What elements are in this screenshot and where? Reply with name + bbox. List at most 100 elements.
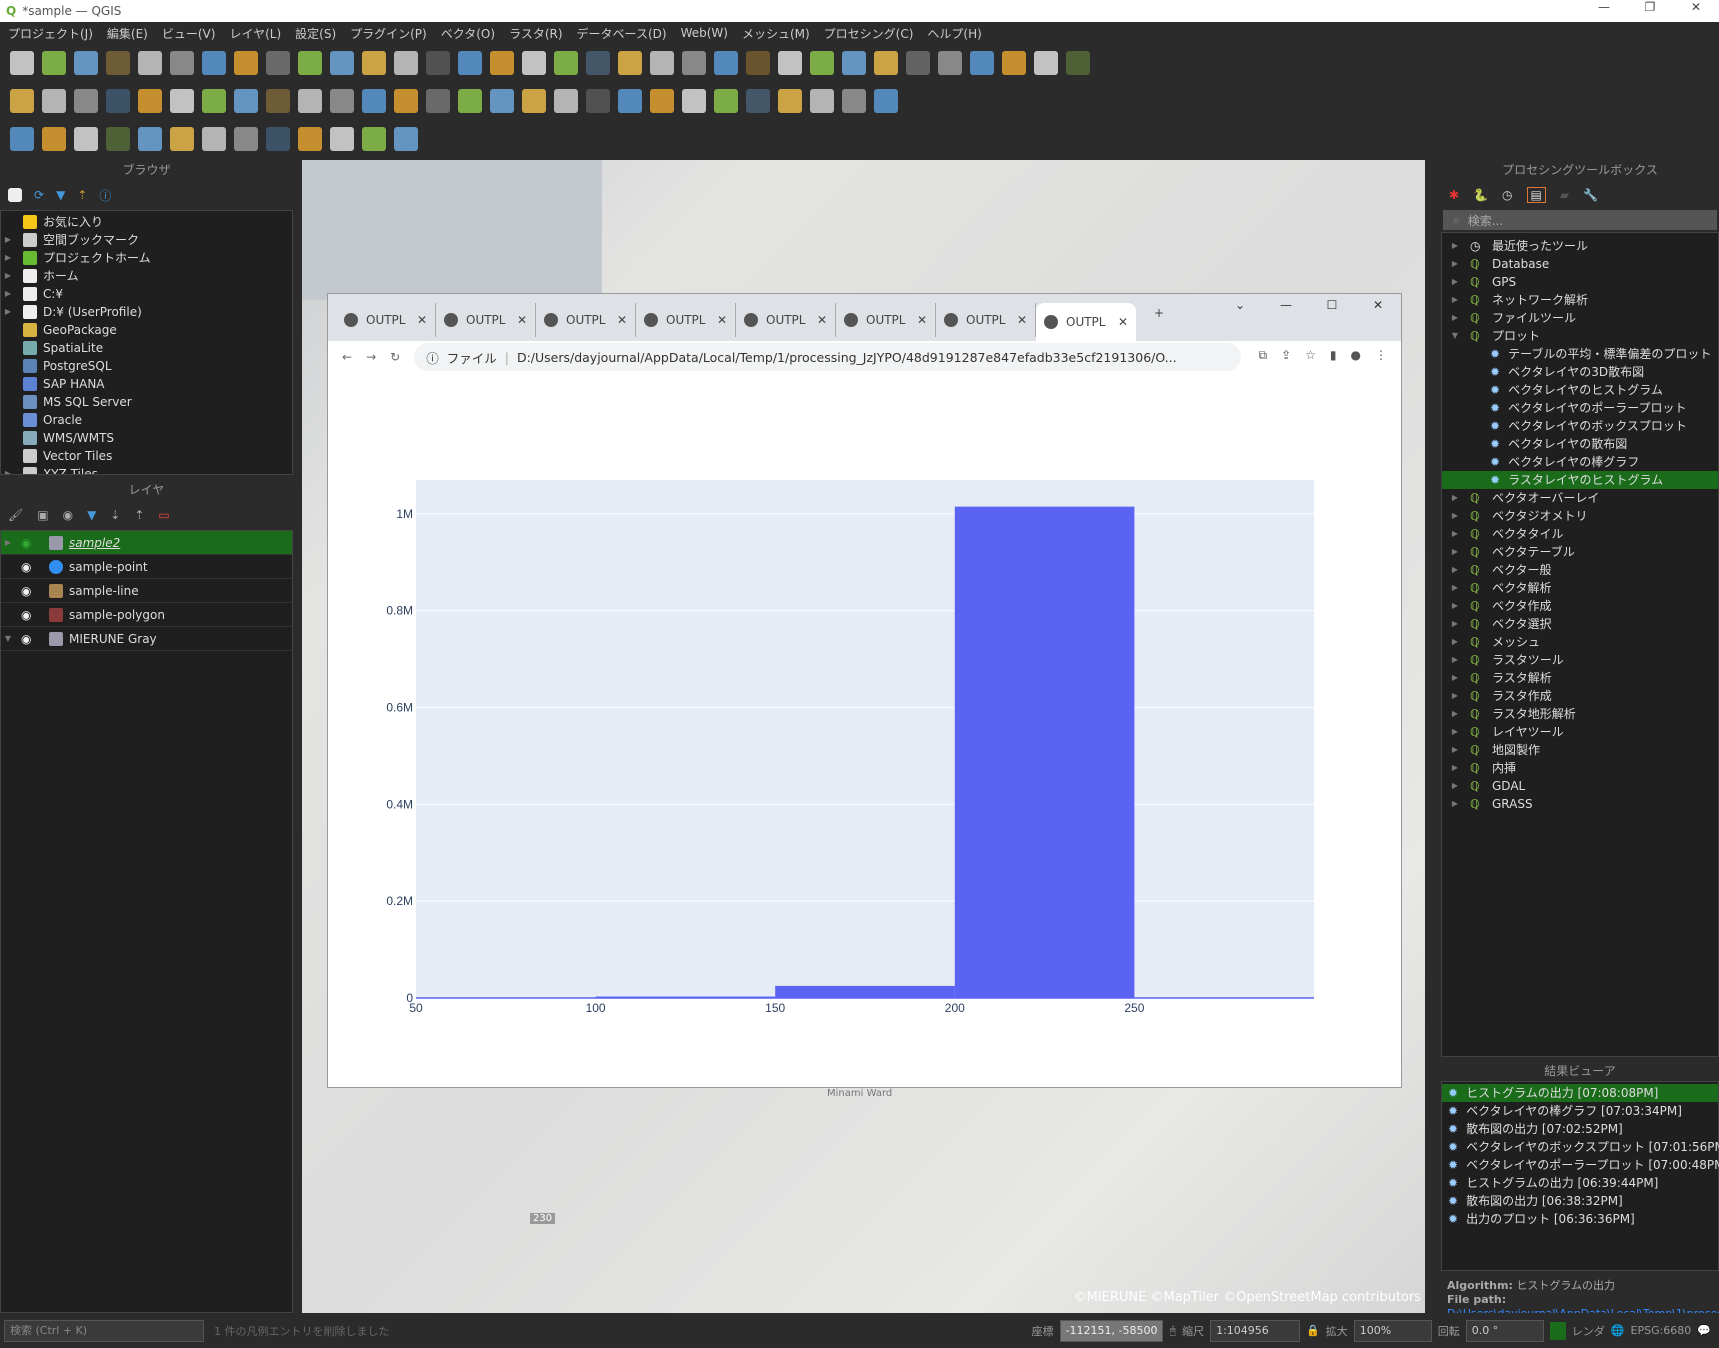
close-tab-icon[interactable]: ✕ <box>417 313 427 327</box>
tool-button-icon[interactable] <box>10 51 34 75</box>
processing-item[interactable]: ▶ ℚ ベクタオーバーレイ <box>1442 489 1718 507</box>
side-panel-icon[interactable]: ▮ <box>1330 348 1337 363</box>
magnify-spinbox[interactable]: 100% <box>1353 1319 1432 1342</box>
tool-button-icon[interactable] <box>74 51 98 75</box>
expand-arrow-icon[interactable]: ▶ <box>1 231 15 249</box>
tool-button-icon[interactable] <box>106 51 130 75</box>
tool-button-icon[interactable] <box>138 89 162 113</box>
expand-all-icon[interactable]: ⇣ <box>110 508 120 522</box>
processing-item[interactable]: ▶ ◷ 最近使ったツール <box>1442 237 1718 255</box>
expand-arrow-icon[interactable]: ▶ <box>1448 687 1462 705</box>
menu-item[interactable]: Web(W) <box>681 26 728 40</box>
expand-arrow-icon[interactable]: ▶ <box>1 249 15 267</box>
plus-icon[interactable]: + <box>1154 306 1164 320</box>
tool-button-icon[interactable] <box>298 127 322 151</box>
eye-icon[interactable]: ◉ <box>21 630 43 648</box>
browser-tab[interactable]: OUTPL ✕ <box>836 303 936 337</box>
tool-button-icon[interactable] <box>330 51 354 75</box>
result-item[interactable]: ✹ ヒストグラムの出力 [06:39:44PM] <box>1442 1174 1718 1192</box>
eye-icon[interactable]: ◉ <box>21 582 43 600</box>
tool-button-icon[interactable] <box>138 127 162 151</box>
expand-arrow-icon[interactable]: ▶ <box>1448 237 1462 255</box>
processing-item[interactable]: ▶ ℚ レイヤツール <box>1442 723 1718 741</box>
result-item[interactable]: ✹ ベクタレイヤのボックスプロット [07:01:56PM] <box>1442 1138 1719 1156</box>
more-icon[interactable]: ⋮ <box>1375 348 1387 363</box>
results-viewer-icon[interactable]: ▤ <box>1526 187 1546 203</box>
translate-icon[interactable]: ⧉ <box>1259 348 1268 363</box>
processing-item[interactable]: ✹ ベクタレイヤの棒グラフ <box>1442 453 1718 471</box>
browser-tab[interactable]: OUTPL ✕ <box>536 303 636 337</box>
tool-button-icon[interactable] <box>746 89 770 113</box>
tool-button-icon[interactable] <box>490 89 514 113</box>
eye-icon[interactable]: ◉ <box>21 558 43 576</box>
close-tab-icon[interactable]: ✕ <box>617 313 627 327</box>
processing-item[interactable]: ✹ ベクタレイヤのヒストグラム <box>1442 381 1718 399</box>
reload-icon[interactable]: ↻ <box>390 350 400 364</box>
menu-item[interactable]: プラグイン(P) <box>350 25 427 42</box>
processing-item[interactable]: ✹ テーブルの平均・標準偏差のプロット <box>1442 345 1718 363</box>
tool-button-icon[interactable] <box>266 89 290 113</box>
tool-button-icon[interactable] <box>202 127 226 151</box>
menu-item[interactable]: ベクタ(O) <box>441 25 495 42</box>
processing-item[interactable]: ▶ ℚ メッシュ <box>1442 633 1718 651</box>
collapse-all-icon[interactable]: ⇡ <box>134 508 144 522</box>
browser-item[interactable]: お気に入り <box>1 213 292 231</box>
models-icon[interactable]: ✱ <box>1449 188 1459 202</box>
tool-button-icon[interactable] <box>10 89 34 113</box>
tool-button-icon[interactable] <box>298 89 322 113</box>
mouse-icon[interactable]: 🖰 <box>1169 1324 1176 1338</box>
processing-item[interactable]: ▶ ℚ ベクター般 <box>1442 561 1718 579</box>
tool-button-icon[interactable] <box>138 51 162 75</box>
scale-combo[interactable]: 1:104956 <box>1210 1319 1301 1342</box>
expand-arrow-icon[interactable]: ▶ <box>1448 777 1462 795</box>
url-field[interactable]: ⓘ ファイル | D:/Users/dayjournal/AppData/Loc… <box>414 343 1241 371</box>
processing-item[interactable]: ✹ ベクタレイヤの散布図 <box>1442 435 1718 453</box>
tool-button-icon[interactable] <box>842 51 866 75</box>
tool-button-icon[interactable] <box>586 89 610 113</box>
tool-button-icon[interactable] <box>426 51 450 75</box>
menu-item[interactable]: ヘルプ(H) <box>927 25 981 42</box>
close-tab-icon[interactable]: ✕ <box>917 313 927 327</box>
tool-button-icon[interactable] <box>458 89 482 113</box>
tool-button-icon[interactable] <box>266 51 290 75</box>
browser-item[interactable]: ▶ C:¥ <box>1 285 292 303</box>
layer-item[interactable]: ▶ ◉ sample2 <box>1 531 292 555</box>
processing-item[interactable]: ▼ ℚ プロット <box>1442 327 1718 345</box>
browser-tab[interactable]: OUTPL ✕ <box>336 303 436 337</box>
tool-button-icon[interactable] <box>490 51 514 75</box>
tool-button-icon[interactable] <box>778 89 802 113</box>
expand-arrow-icon[interactable]: ▶ <box>1448 597 1462 615</box>
add-group-icon[interactable]: ▣ <box>37 508 48 522</box>
expand-arrow-icon[interactable]: ▶ <box>1 534 15 552</box>
processing-item[interactable]: ▶ ℚ ベクタ作成 <box>1442 597 1718 615</box>
tool-button-icon[interactable] <box>362 89 386 113</box>
coordinate-field[interactable]: -112151, -58500 <box>1059 1319 1164 1342</box>
close-tab-icon[interactable]: ✕ <box>517 313 527 327</box>
eye-icon[interactable]: ◉ <box>63 508 73 522</box>
python-icon[interactable]: 🐍 <box>1473 188 1488 202</box>
expand-arrow-icon[interactable]: ▶ <box>1448 705 1462 723</box>
browser-item[interactable]: MS SQL Server <box>1 393 292 411</box>
tool-button-icon[interactable] <box>170 51 194 75</box>
browser-tab[interactable]: OUTPL ✕ <box>736 303 836 337</box>
processing-item[interactable]: ▶ ℚ ベクタ解析 <box>1442 579 1718 597</box>
browser-item[interactable]: ▶ D:¥ (UserProfile) <box>1 303 292 321</box>
processing-item[interactable]: ▶ ℚ ファイルツール <box>1442 309 1718 327</box>
filter-icon[interactable]: ▼ <box>56 188 65 202</box>
tool-button-icon[interactable] <box>330 127 354 151</box>
expand-arrow-icon[interactable]: ▶ <box>1448 651 1462 669</box>
tool-button-icon[interactable] <box>842 89 866 113</box>
tool-button-icon[interactable] <box>810 51 834 75</box>
menu-item[interactable]: 編集(E) <box>107 25 148 42</box>
layer-item[interactable]: ▼ ◉ MIERUNE Gray <box>1 627 292 651</box>
browser-item[interactable]: ▶ 空間ブックマーク <box>1 231 292 249</box>
processing-item[interactable]: ✹ ベクタレイヤのポーラープロット <box>1442 399 1718 417</box>
tool-button-icon[interactable] <box>714 51 738 75</box>
expand-arrow-icon[interactable]: ▶ <box>1448 723 1462 741</box>
tool-button-icon[interactable] <box>522 51 546 75</box>
close-tab-icon[interactable]: ✕ <box>717 313 727 327</box>
forward-icon[interactable]: → <box>366 350 376 364</box>
tool-button-icon[interactable] <box>234 51 258 75</box>
tool-button-icon[interactable] <box>362 51 386 75</box>
tool-button-icon[interactable] <box>746 51 770 75</box>
